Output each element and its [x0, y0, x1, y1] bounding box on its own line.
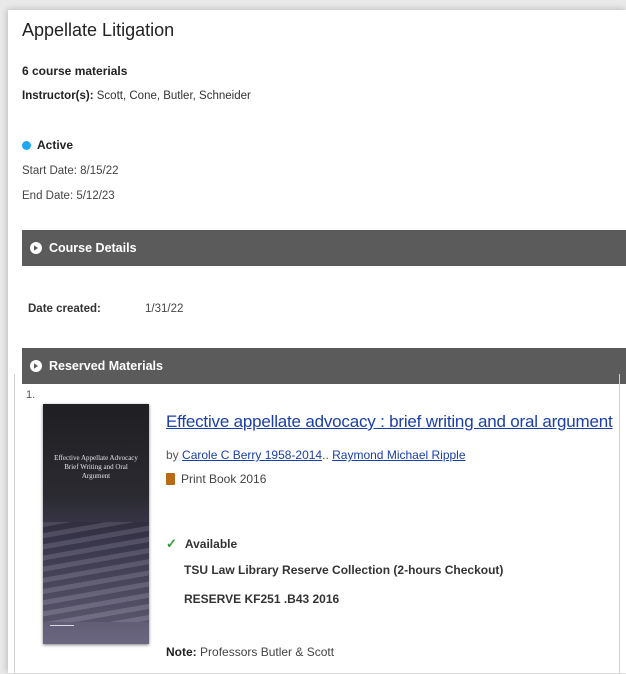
materials-count: 6 course materials [22, 64, 128, 78]
by-label: by [166, 448, 179, 462]
location-text: TSU Law Library Reserve Collection (2-ho… [184, 563, 504, 577]
end-date: End Date: 5/12/23 [22, 190, 115, 202]
material-title-link[interactable]: Effective appellate advocacy : brief wri… [166, 412, 613, 432]
author-link-berry[interactable]: Carole C Berry 1958-2014 [182, 448, 322, 462]
instructors: Instructor(s): Scott, Cone, Butler, Schn… [22, 90, 251, 102]
note-label: Note: [166, 645, 197, 659]
chevron-circle-icon [30, 360, 42, 372]
check-icon: ✓ [166, 536, 177, 551]
instructors-names: Scott, Cone, Butler, Schneider [96, 90, 251, 102]
note-text: Professors Butler & Scott [200, 645, 335, 659]
date-created-label: Date created: [28, 303, 101, 315]
status-text: Active [37, 138, 74, 152]
cover-pattern [43, 522, 149, 622]
course-details-heading: Course Details [49, 241, 137, 255]
course-details-toggle[interactable]: Course Details [22, 230, 626, 266]
status-badge: Active [22, 138, 73, 152]
author-separator: .. [322, 448, 329, 462]
date-created-value: 1/31/22 [145, 303, 184, 315]
availability-text: Available [184, 537, 238, 551]
status-dot-icon [22, 140, 31, 150]
instructors-label: Instructor(s): [22, 90, 94, 102]
reserved-materials-heading: Reserved Materials [49, 359, 163, 373]
publisher-logo-icon [50, 625, 74, 636]
chevron-circle-icon [30, 242, 42, 254]
author-link-ripple[interactable]: Raymond Michael Ripple [332, 448, 465, 462]
format-text: Print Book 2016 [181, 472, 267, 486]
start-date: Start Date: 8/15/22 [22, 165, 119, 177]
availability-status: ✓ Available [166, 536, 237, 552]
book-cover-image[interactable]: Effective Appellate Advocacy Brief Writi… [43, 404, 149, 644]
cover-title: Effective Appellate Advocacy Brief Writi… [54, 454, 138, 480]
page-title: Appellate Litigation [22, 20, 175, 40]
book-icon [166, 473, 175, 485]
byline: by Carole C Berry 1958-2014.. Raymond Mi… [166, 448, 466, 462]
item-number: 1. [26, 389, 36, 401]
call-number: RESERVE KF251 .B43 2016 [184, 592, 340, 606]
format-info: Print Book 2016 [166, 472, 266, 486]
material-note: Note: Professors Butler & Scott [166, 645, 334, 659]
